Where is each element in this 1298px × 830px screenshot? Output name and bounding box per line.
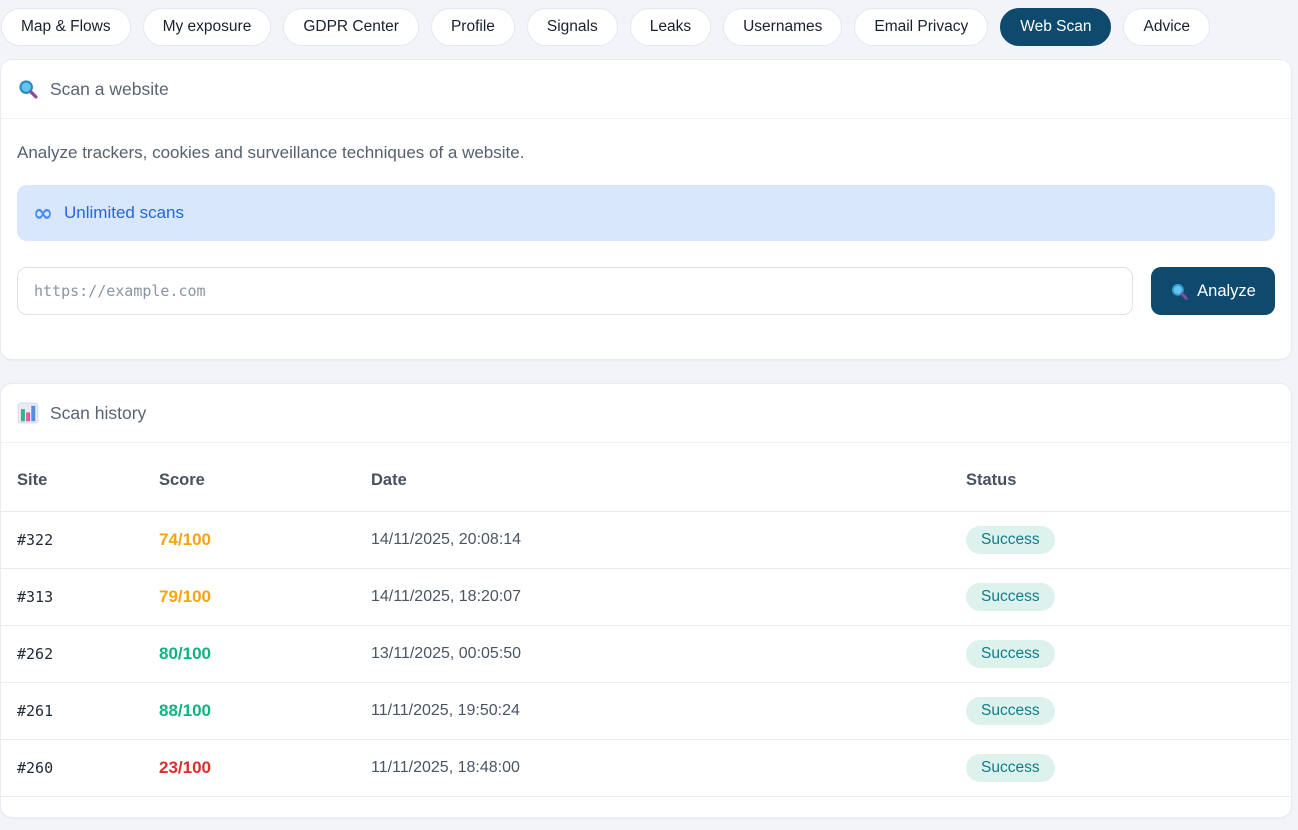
score-value: 23/100 (159, 758, 211, 777)
infinity-icon: ∞ (33, 203, 53, 223)
analyze-button[interactable]: Analyze (1151, 267, 1275, 315)
banner-text: Unlimited scans (64, 203, 184, 223)
site-id: #322 (1, 512, 143, 569)
status-badge: Success (966, 754, 1055, 782)
magnifier-icon (17, 78, 39, 100)
col-header-status: Status (950, 443, 1291, 512)
scan-history-rows: #322 74/100 14/11/2025, 20:08:14 Success… (1, 512, 1291, 797)
scan-date: 13/11/2025, 00:05:50 (355, 626, 950, 683)
col-header-date: Date (355, 443, 950, 512)
table-row: #260 23/100 11/11/2025, 18:48:00 Success (1, 740, 1291, 797)
analyze-button-label: Analyze (1197, 282, 1256, 301)
status-badge: Success (966, 526, 1055, 554)
nav-tab-advice[interactable]: Advice (1123, 8, 1210, 46)
scan-description: Analyze trackers, cookies and surveillan… (17, 143, 1275, 163)
scan-date: 11/11/2025, 19:50:24 (355, 683, 950, 740)
col-header-score: Score (143, 443, 355, 512)
magnifier-icon (1170, 282, 1189, 301)
nav-tab-signals[interactable]: Signals (527, 8, 618, 46)
scan-date: 14/11/2025, 20:08:14 (355, 512, 950, 569)
status-badge: Success (966, 697, 1055, 725)
url-input[interactable] (17, 267, 1133, 315)
status-badge: Success (966, 640, 1055, 668)
unlimited-scans-banner: ∞ Unlimited scans (17, 185, 1275, 241)
table-row: #313 79/100 14/11/2025, 18:20:07 Success (1, 569, 1291, 626)
score-value: 80/100 (159, 644, 211, 663)
scan-date: 14/11/2025, 18:20:07 (355, 569, 950, 626)
site-id: #261 (1, 683, 143, 740)
scan-history-card: Scan history Site Score Date Status #322… (0, 383, 1292, 818)
scan-card-header: Scan a website (1, 60, 1291, 119)
table-row: #261 88/100 11/11/2025, 19:50:24 Success (1, 683, 1291, 740)
scan-card-title: Scan a website (50, 79, 169, 100)
scan-date: 11/11/2025, 18:48:00 (355, 740, 950, 797)
nav-tab-usernames[interactable]: Usernames (723, 8, 842, 46)
table-row: #262 80/100 13/11/2025, 00:05:50 Success (1, 626, 1291, 683)
nav-tab-gdpr-center[interactable]: GDPR Center (283, 8, 419, 46)
score-value: 79/100 (159, 587, 211, 606)
bar-chart-icon (17, 402, 39, 424)
top-nav: Map & Flows My exposure GDPR Center Profile… (0, 0, 1298, 46)
nav-tab-leaks[interactable]: Leaks (630, 8, 711, 46)
score-value: 88/100 (159, 701, 211, 720)
col-header-site: Site (1, 443, 143, 512)
nav-tab-email-privacy[interactable]: Email Privacy (854, 8, 988, 46)
site-id: #313 (1, 569, 143, 626)
score-value: 74/100 (159, 530, 211, 549)
table-row: #322 74/100 14/11/2025, 20:08:14 Success (1, 512, 1291, 569)
scan-input-row: Analyze (17, 267, 1275, 343)
status-badge: Success (966, 583, 1055, 611)
site-id: #262 (1, 626, 143, 683)
nav-tab-web-scan[interactable]: Web Scan (1000, 8, 1111, 46)
nav-tab-my-exposure[interactable]: My exposure (143, 8, 272, 46)
history-card-header: Scan history (1, 384, 1291, 443)
scan-website-card: Scan a website Analyze trackers, cookies… (0, 59, 1292, 360)
site-id: #260 (1, 740, 143, 797)
table-header-row: Site Score Date Status (1, 443, 1291, 512)
scan-history-table: Site Score Date Status #322 74/100 14/11… (1, 443, 1291, 797)
history-card-title: Scan history (50, 403, 146, 424)
nav-tab-profile[interactable]: Profile (431, 8, 515, 46)
nav-tab-map-flows[interactable]: Map & Flows (1, 8, 131, 46)
